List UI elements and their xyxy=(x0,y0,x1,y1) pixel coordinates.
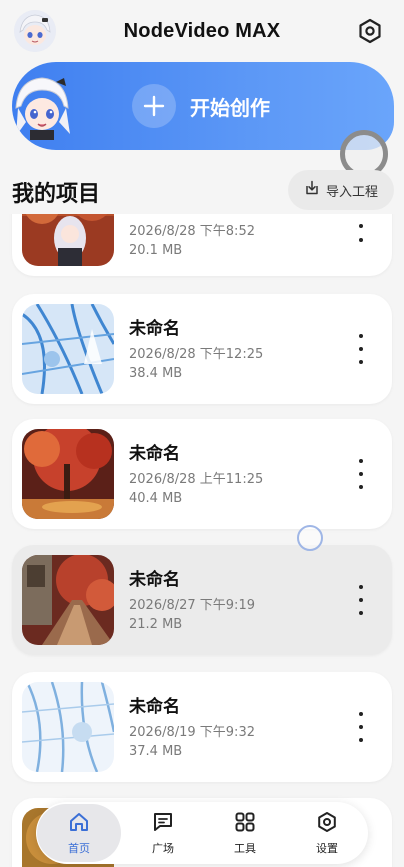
nav-square[interactable]: 广场 xyxy=(123,804,203,862)
top-bar: NodeVideo MAX xyxy=(0,0,404,62)
project-name: 未命名 xyxy=(129,697,180,717)
project-card[interactable]: 未命名 2026/8/19 下午9:32 37.4 MB xyxy=(12,672,392,782)
project-list[interactable]: 2026/8/28 下午8:52 20.1 MB 未命名 2026/8/28 下… xyxy=(0,214,404,867)
more-options-icon[interactable] xyxy=(352,459,370,489)
nav-home[interactable]: 首页 xyxy=(37,804,121,862)
project-date: 2026/8/28 下午8:52 xyxy=(129,224,255,239)
project-date: 2026/8/28 上午11:25 xyxy=(129,472,264,487)
project-size: 20.1 MB xyxy=(129,243,183,258)
create-label: 开始创作 xyxy=(190,96,270,120)
tap-indicator xyxy=(297,525,323,551)
nav-label: 广场 xyxy=(152,841,174,855)
nav-settings[interactable]: 设置 xyxy=(287,804,367,862)
import-label: 导入工程 xyxy=(325,184,378,200)
section-title: 我的项目 xyxy=(12,182,101,207)
project-size: 37.4 MB xyxy=(129,744,183,759)
settings-icon xyxy=(316,811,338,836)
project-name: 未命名 xyxy=(129,444,180,464)
avatar[interactable] xyxy=(14,10,56,52)
settings-icon[interactable] xyxy=(356,17,384,45)
home-icon xyxy=(68,811,90,836)
app-title: NodeVideo MAX xyxy=(123,19,281,42)
create-project-button[interactable]: 开始创作 xyxy=(12,62,394,150)
chat-icon xyxy=(152,811,174,836)
project-card[interactable]: 未命名 2026/8/28 上午11:25 40.4 MB xyxy=(12,419,392,529)
nav-label: 首页 xyxy=(68,841,90,855)
project-thumbnail xyxy=(22,555,114,645)
project-date: 2026/8/28 下午12:25 xyxy=(129,347,264,362)
project-date: 2026/8/27 下午9:19 xyxy=(129,598,255,613)
more-options-icon[interactable] xyxy=(352,334,370,364)
more-options-icon[interactable] xyxy=(352,712,370,742)
plus-icon xyxy=(132,84,176,128)
nav-label: 设置 xyxy=(316,841,338,855)
project-card[interactable]: 未命名 2026/8/27 下午9:19 21.2 MB xyxy=(12,545,392,655)
project-date: 2026/8/19 下午9:32 xyxy=(129,725,255,740)
project-card[interactable]: 未命名 2026/8/28 下午12:25 38.4 MB xyxy=(12,294,392,404)
import-project-button[interactable]: 导入工程 xyxy=(288,170,394,210)
project-size: 21.2 MB xyxy=(129,617,183,632)
more-options-icon[interactable] xyxy=(352,224,370,242)
project-thumbnail xyxy=(22,682,114,772)
mascot-image xyxy=(12,72,76,142)
project-card[interactable]: 2026/8/28 下午8:52 20.1 MB xyxy=(12,214,392,276)
project-name: 未命名 xyxy=(129,319,180,339)
project-thumbnail xyxy=(22,304,114,394)
more-options-icon[interactable] xyxy=(352,585,370,615)
bottom-navigation: 首页 广场 工具 设置 xyxy=(36,802,368,864)
project-name: 未命名 xyxy=(129,570,180,590)
import-icon xyxy=(304,180,320,200)
nav-tools[interactable]: 工具 xyxy=(205,804,285,862)
nav-label: 工具 xyxy=(234,841,256,855)
grid-icon xyxy=(234,811,256,836)
project-thumbnail xyxy=(22,429,114,519)
project-size: 40.4 MB xyxy=(129,491,183,506)
project-size: 38.4 MB xyxy=(129,366,183,381)
project-thumbnail xyxy=(22,214,114,266)
